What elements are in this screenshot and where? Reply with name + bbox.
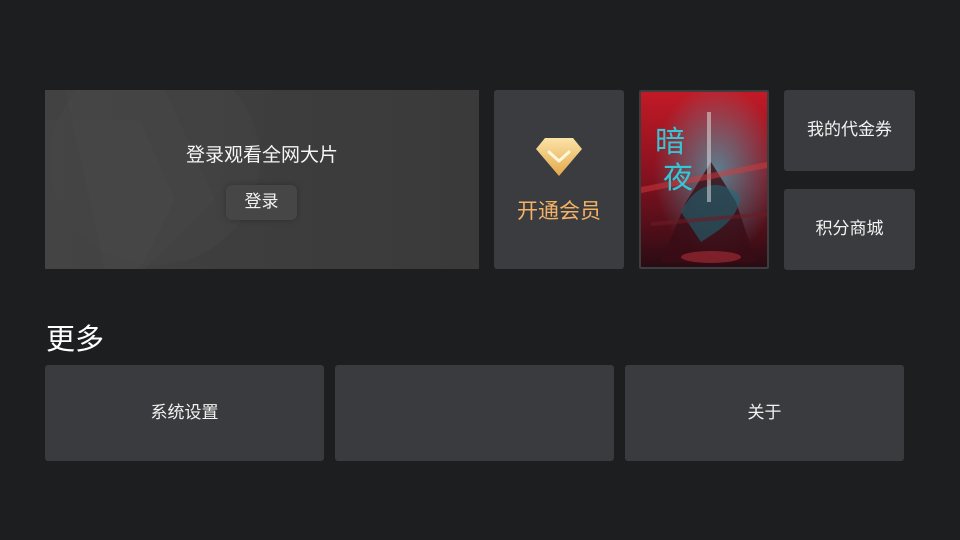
login-card-background-pattern: [45, 90, 260, 269]
vip-membership-card[interactable]: 开通会员: [494, 90, 624, 269]
voucher-card[interactable]: 我的代金券: [784, 90, 915, 171]
blank-card[interactable]: [335, 365, 614, 461]
about-card[interactable]: 关于: [625, 365, 904, 461]
account-page: 登录观看全网大片 登录 开通会员 暗夜 我的代金券 积分商城 更多 系统设置 关…: [0, 0, 960, 540]
diamond-icon: [536, 138, 582, 176]
poster-artwork: 暗夜: [641, 92, 767, 267]
system-settings-card[interactable]: 系统设置: [45, 365, 324, 461]
vip-label: 开通会员: [517, 199, 601, 223]
more-section-title: 更多: [46, 322, 105, 356]
points-mall-card[interactable]: 积分商城: [784, 189, 915, 270]
login-button[interactable]: 登录: [226, 185, 297, 220]
featured-poster[interactable]: 暗夜: [639, 90, 769, 269]
login-card[interactable]: 登录观看全网大片 登录: [45, 90, 479, 269]
login-prompt-text: 登录观看全网大片: [185, 144, 338, 166]
